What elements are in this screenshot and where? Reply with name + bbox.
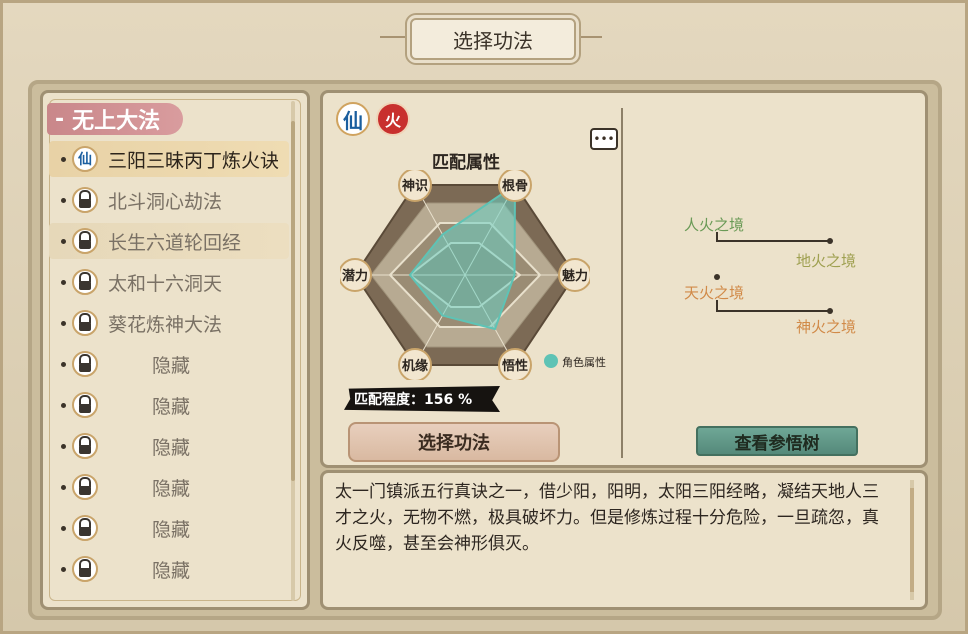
collapse-toggle[interactable]: - (55, 107, 64, 132)
technique-list-panel: - 无上大法 仙三阳三昧丙丁炼火诀 北斗洞心劫法 长生六道轮回经 太和十六洞天 葵花炼神… (40, 90, 310, 610)
technique-name: 隐藏 (152, 395, 191, 418)
view-enlightenment-tree-button[interactable]: 查看参悟树 (696, 426, 858, 456)
panel-divider (621, 108, 623, 458)
bullet-dot (61, 197, 66, 203)
technique-list-item[interactable]: 太和十六洞天 (49, 264, 289, 300)
legend-swatch (544, 354, 558, 368)
technique-name: 长生六道轮回经 (108, 231, 242, 254)
match-degree-label: 匹配程度：156 % (344, 386, 500, 412)
chat-bubble-icon[interactable]: ••• (590, 128, 618, 150)
bullet-dot (61, 566, 66, 572)
lock-icon (72, 351, 98, 377)
lock-icon (72, 556, 98, 582)
realm-label: 神火之境 (796, 318, 857, 336)
fire-element-icon: 火 (376, 102, 410, 136)
tree-line (716, 232, 718, 242)
technique-name: 隐藏 (152, 436, 191, 459)
lock-icon (72, 474, 98, 500)
title-ornament-left (380, 36, 410, 38)
realm-label: 天火之境 (684, 284, 745, 302)
technique-list-item[interactable]: 隐藏 (49, 551, 289, 587)
technique-list-item[interactable]: 北斗洞心劫法 (49, 182, 289, 218)
radar-axis-label: 根骨 (502, 178, 528, 194)
technique-name: 隐藏 (152, 559, 191, 582)
bullet-dot (61, 484, 66, 490)
lock-icon (72, 515, 98, 541)
legend-label: 角色属性 (562, 356, 606, 369)
technique-list-item[interactable]: 隐藏 (49, 510, 289, 546)
list-scrollbar-thumb[interactable] (291, 121, 295, 481)
lock-icon (72, 433, 98, 459)
attribute-radar-chart: 根骨魅力悟性 机缘 潜力 神识 (340, 170, 590, 380)
tree-line (716, 300, 718, 310)
realm-label: 地火之境 (796, 252, 857, 270)
tree-node-dot (827, 308, 833, 314)
lock-icon (72, 310, 98, 336)
description-scrollbar[interactable] (910, 480, 914, 600)
page-title-text: 选择功法 (453, 28, 533, 53)
technique-list-item[interactable]: 隐藏 (49, 387, 289, 423)
technique-list-item[interactable]: 仙三阳三昧丙丁炼火诀 (49, 141, 289, 177)
page-title: 选择功法 (410, 18, 576, 60)
tree-line (716, 310, 830, 312)
radar-axis-label: 悟性 (502, 358, 528, 374)
lock-icon (72, 392, 98, 418)
technique-list-item[interactable]: 隐藏 (49, 428, 289, 464)
xian-type-icon: 仙 (336, 102, 370, 136)
radar-axis-label: 潜力 (342, 268, 368, 284)
title-ornament-right (572, 36, 602, 38)
technique-name: 三阳三昧丙丁炼火诀 (108, 149, 280, 172)
technique-list-item[interactable]: 隐藏 (49, 346, 289, 382)
description-scrollbar-thumb[interactable] (910, 488, 914, 592)
bullet-dot (61, 525, 66, 531)
technique-description: 太一门镇派五行真诀之一，借少阳，阳明，太阳三阳经略，凝结天地人三才之火，无物不燃… (335, 482, 879, 554)
bullet-dot (61, 402, 66, 408)
technique-list-item[interactable]: 葵花炼神大法 (49, 305, 289, 341)
bullet-dot (61, 279, 66, 285)
lock-icon (72, 187, 98, 213)
tree-line (716, 240, 830, 242)
realm-label: 人火之境 (684, 216, 745, 234)
list-scrollbar[interactable] (291, 101, 295, 601)
technique-name: 隐藏 (152, 354, 191, 377)
lock-icon (72, 228, 98, 254)
tree-node-dot (714, 274, 720, 280)
lock-icon (72, 269, 98, 295)
tree-node-dot (827, 238, 833, 244)
bullet-dot (61, 443, 66, 449)
select-technique-button[interactable]: 选择功法 (348, 422, 560, 462)
description-panel: 太一门镇派五行真诀之一，借少阳，阳明，太阳三阳经略，凝结天地人三才之火，无物不燃… (320, 470, 928, 610)
category-label: 无上大法 (72, 109, 161, 134)
xian-element-icon: 仙 (72, 146, 98, 172)
bullet-dot (61, 156, 66, 162)
technique-list-item[interactable]: 隐藏 (49, 469, 289, 505)
technique-name: 葵花炼神大法 (108, 313, 223, 336)
category-header[interactable]: - 无上大法 (47, 103, 183, 135)
technique-name: 北斗洞心劫法 (108, 190, 223, 213)
technique-list-item[interactable]: 长生六道轮回经 (49, 223, 289, 259)
radar-axis-label: 魅力 (562, 268, 588, 284)
bullet-dot (61, 361, 66, 367)
technique-name: 隐藏 (152, 518, 191, 541)
radar-axis-label: 神识 (402, 178, 428, 194)
bullet-dot (61, 238, 66, 244)
technique-name: 隐藏 (152, 477, 191, 500)
radar-axis-label: 机缘 (402, 358, 428, 374)
technique-name: 太和十六洞天 (108, 272, 223, 295)
bullet-dot (61, 320, 66, 326)
